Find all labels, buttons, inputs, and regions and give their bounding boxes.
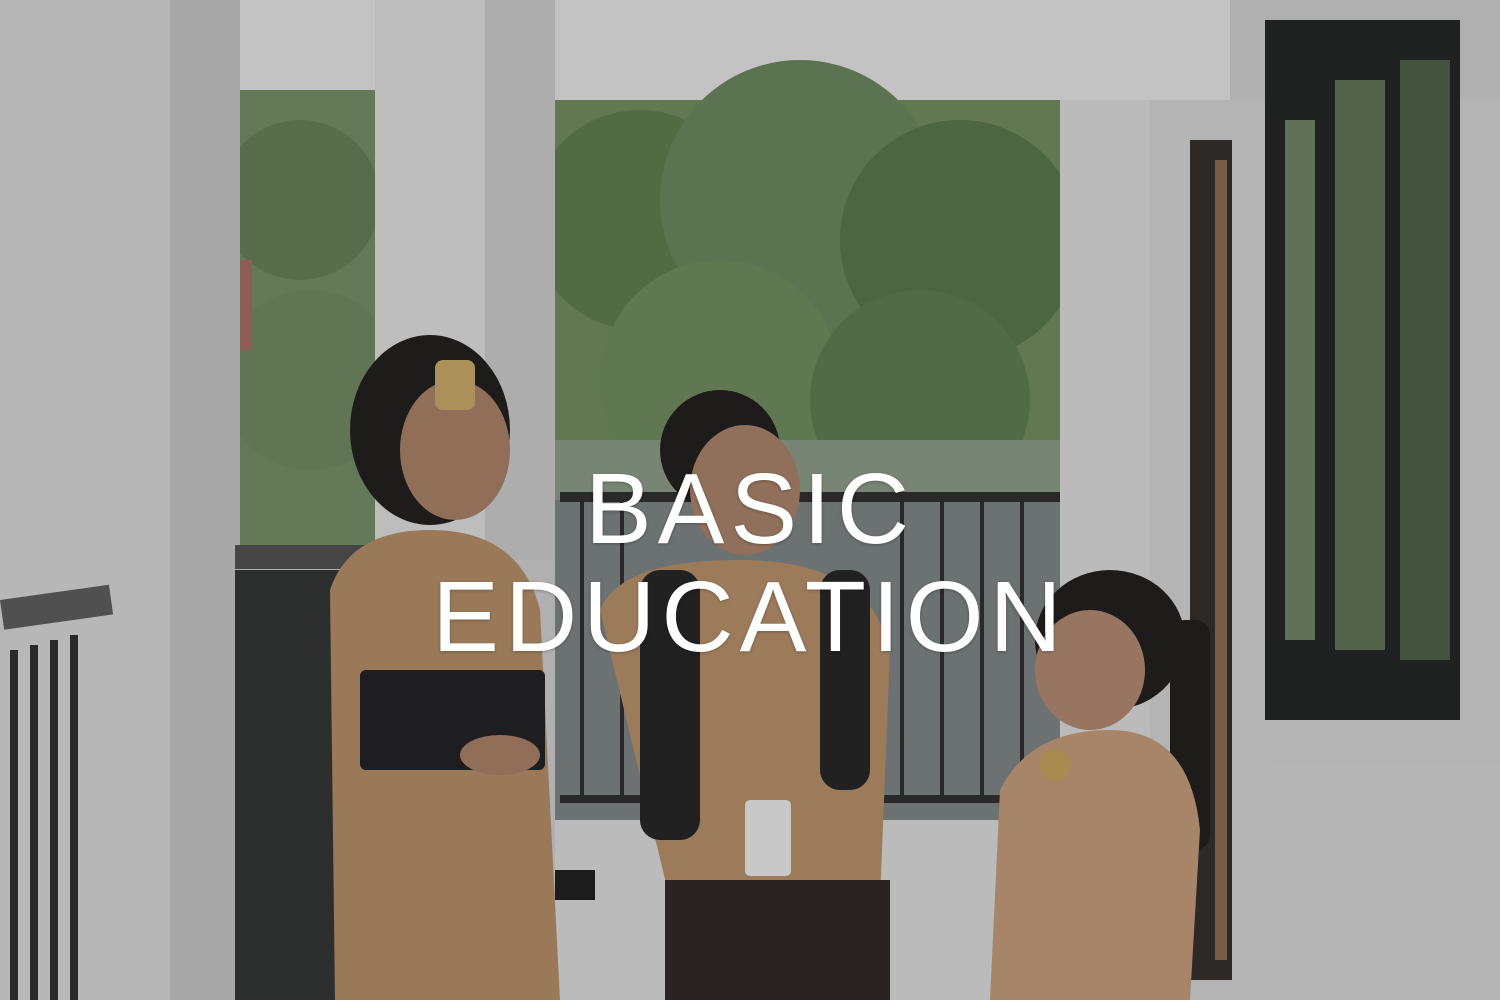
- page-title: BASIC EDUCATION: [0, 455, 1500, 671]
- title-line-1: BASIC: [584, 453, 916, 565]
- hero-banner: BASIC EDUCATION: [0, 0, 1500, 1000]
- title-line-2: EDUCATION: [432, 561, 1068, 673]
